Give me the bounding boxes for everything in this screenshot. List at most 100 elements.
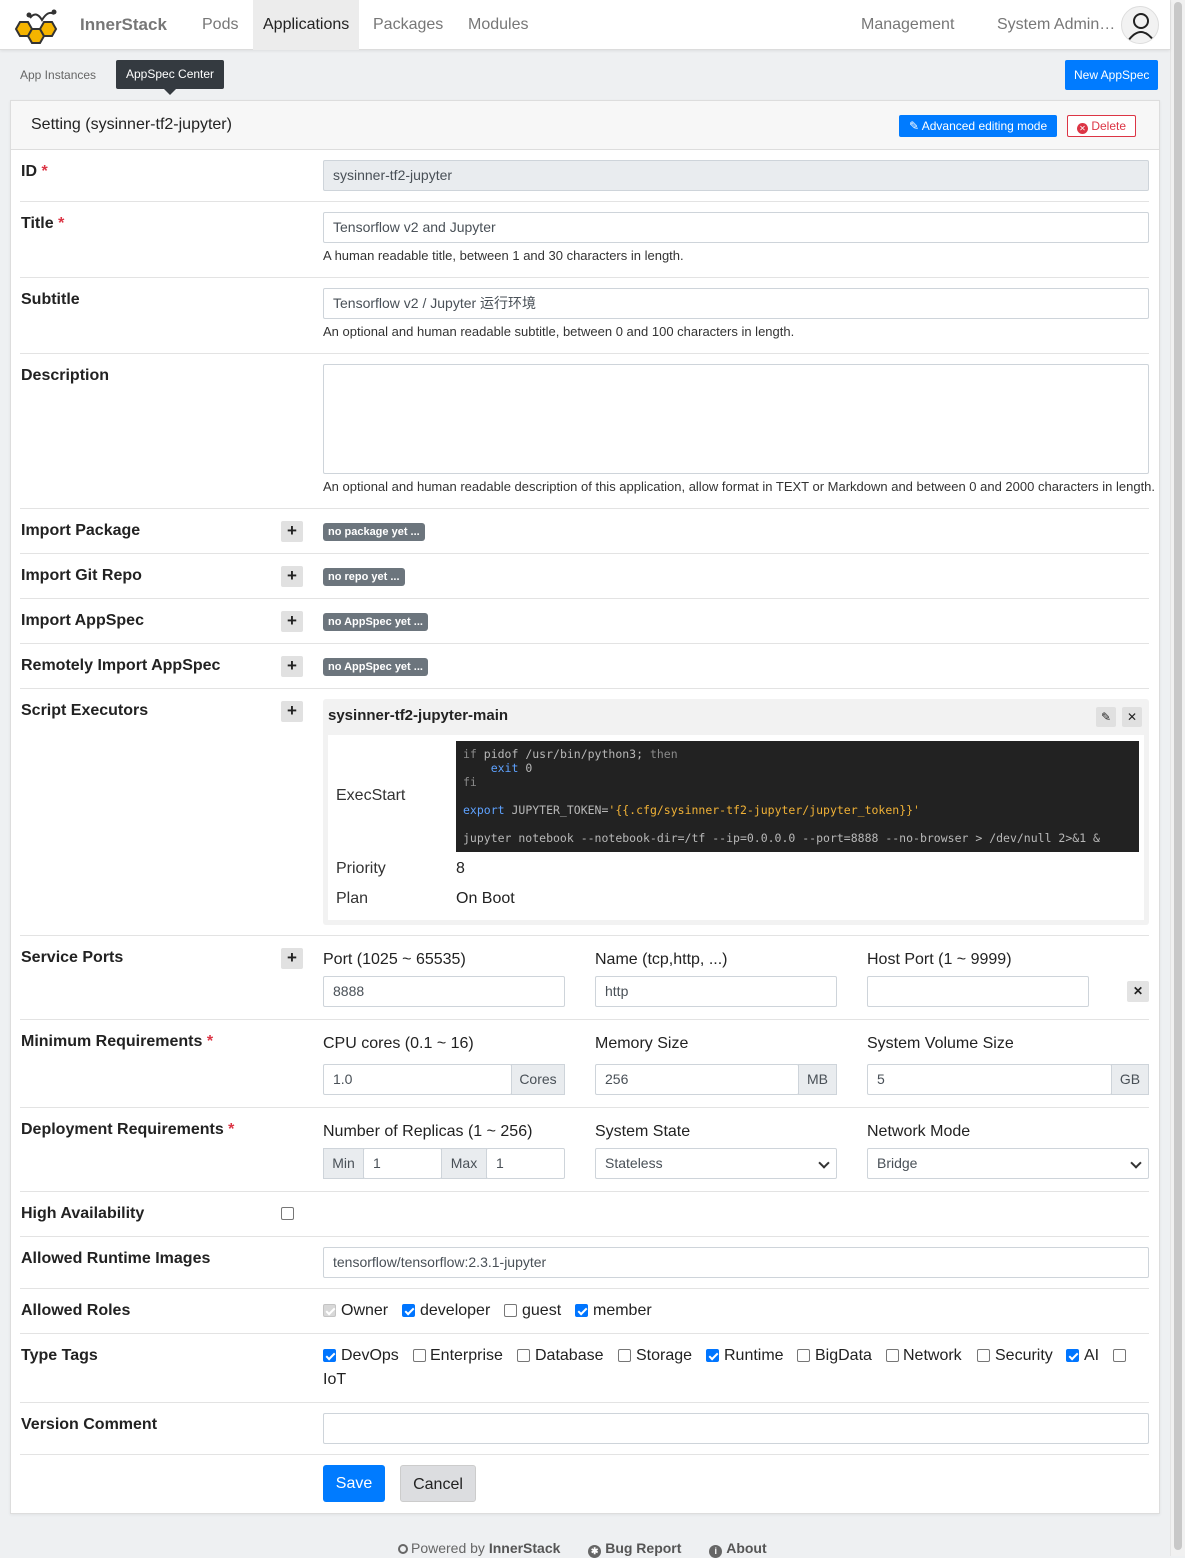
version-comment-label: Version Comment: [21, 1416, 158, 1433]
import-git-label: Import Git Repo: [21, 567, 142, 584]
add-port-button[interactable]: +: [281, 948, 303, 969]
version-comment-input[interactable]: [323, 1413, 1149, 1444]
edit-executor-button[interactable]: ✎: [1096, 707, 1116, 727]
nav-modules[interactable]: Modules: [458, 0, 538, 50]
tag-ai-label: AI: [1084, 1347, 1100, 1364]
tag-enterprise-checkbox[interactable]: [413, 1349, 426, 1362]
divider: [20, 1333, 1149, 1334]
cancel-button[interactable]: Cancel: [400, 1465, 476, 1502]
role-member-label: member: [593, 1302, 652, 1319]
description-help: An optional and human readable descripti…: [323, 479, 1156, 494]
delete-button[interactable]: ✕ Delete: [1067, 115, 1137, 137]
bug-icon: ✱: [588, 1545, 602, 1558]
subnav-appspec-center[interactable]: AppSpec Center: [116, 60, 225, 95]
high-availability-checkbox[interactable]: [281, 1207, 294, 1220]
description-textarea[interactable]: [323, 364, 1149, 474]
id-input[interactable]: sysinner-tf2-jupyter: [323, 160, 1149, 191]
runtime-images-input[interactable]: tensorflow/tensorflow:2.3.1-jupyter: [323, 1247, 1149, 1278]
advanced-editing-label: Advanced editing mode: [921, 119, 1048, 133]
memory-unit: MB: [798, 1064, 837, 1095]
plus-icon: +: [287, 566, 297, 585]
footer-brand-link[interactable]: InnerStack: [489, 1540, 561, 1556]
host-port-input[interactable]: [867, 976, 1089, 1007]
brand-name[interactable]: InnerStack: [80, 15, 167, 35]
tag-security-checkbox[interactable]: [977, 1349, 990, 1362]
new-appspec-button[interactable]: New AppSpec: [1065, 60, 1159, 90]
divider: [20, 353, 1149, 354]
cpu-unit: Cores: [511, 1064, 565, 1095]
system-state-value: Stateless: [605, 1155, 663, 1171]
footer: Powered by InnerStack ✱ Bug Report i About: [398, 1540, 767, 1558]
tag-ai-checkbox[interactable]: [1066, 1349, 1079, 1362]
network-mode-label: Network Mode: [867, 1123, 971, 1140]
add-remote-appspec-button[interactable]: +: [281, 656, 303, 677]
network-mode-value: Bridge: [877, 1155, 918, 1171]
nav-management[interactable]: Management: [851, 0, 964, 50]
bug-report-link[interactable]: Bug Report: [605, 1540, 681, 1556]
add-package-button[interactable]: +: [281, 521, 303, 542]
system-state-select[interactable]: Stateless: [595, 1148, 837, 1179]
edit-icon: ✎: [909, 119, 920, 133]
top-navbar: InnerStack Pods Applications Packages Mo…: [0, 0, 1170, 50]
tag-iot-checkbox[interactable]: [1113, 1349, 1126, 1362]
role-developer-label: developer: [420, 1302, 491, 1319]
title-label: Title *: [21, 215, 65, 232]
tag-storage-label: Storage: [636, 1347, 693, 1364]
remove-executor-button[interactable]: ✕: [1122, 707, 1142, 727]
nav-user-menu[interactable]: System Admin…: [987, 0, 1119, 50]
info-icon: i: [709, 1545, 723, 1558]
memory-label: Memory Size: [595, 1035, 689, 1052]
volume-input[interactable]: 5: [867, 1064, 1112, 1095]
replicas-max-input[interactable]: 1: [486, 1148, 565, 1179]
role-member-checkbox[interactable]: [575, 1304, 588, 1317]
plus-icon: +: [287, 948, 297, 967]
divider: [20, 277, 1149, 278]
no-appspec-badge: no AppSpec yet ...: [323, 613, 428, 631]
advanced-editing-button[interactable]: ✎ Advanced editing mode: [899, 115, 1058, 137]
vertical-scrollbar[interactable]: [1170, 0, 1185, 1556]
role-owner-checkbox: [323, 1304, 336, 1317]
plus-icon: +: [287, 521, 297, 540]
tag-devops-checkbox[interactable]: [323, 1349, 336, 1362]
port-input[interactable]: 8888: [323, 976, 565, 1007]
innerstack-logo-icon[interactable]: [12, 8, 64, 46]
delete-label: Delete: [1091, 119, 1127, 133]
tag-runtime-checkbox[interactable]: [706, 1349, 719, 1362]
user-avatar-icon[interactable]: [1121, 6, 1159, 44]
volume-label: System Volume Size: [867, 1035, 1014, 1052]
title-input[interactable]: Tensorflow v2 and Jupyter: [323, 212, 1149, 243]
nav-packages[interactable]: Packages: [363, 0, 453, 50]
powered-by-text: Powered by: [411, 1540, 485, 1556]
divider: [20, 1236, 1149, 1237]
nav-applications[interactable]: Applications: [253, 0, 360, 50]
about-link[interactable]: About: [726, 1540, 766, 1556]
divider: [20, 201, 1149, 202]
tag-storage-checkbox[interactable]: [618, 1349, 631, 1362]
divider: [20, 1402, 1149, 1403]
subnav-app-instances[interactable]: App Instances: [20, 68, 96, 82]
divider: [20, 553, 1149, 554]
card-header: Setting (sysinner-tf2-jupyter) ✎ Advance…: [11, 101, 1159, 150]
add-appspec-button[interactable]: +: [281, 611, 303, 632]
save-button[interactable]: Save: [323, 1465, 385, 1502]
subtitle-input[interactable]: Tensorflow v2 / Jupyter 运行环境: [323, 288, 1149, 319]
executor-details: ExecStart if pidof /usr/bin/python3; the…: [328, 735, 1144, 920]
tag-database-checkbox[interactable]: [517, 1349, 530, 1362]
tag-bigdata-checkbox[interactable]: [797, 1349, 810, 1362]
port-name-input[interactable]: http: [595, 976, 837, 1007]
add-git-repo-button[interactable]: +: [281, 566, 303, 587]
role-guest-checkbox[interactable]: [504, 1304, 517, 1317]
memory-input[interactable]: 256: [595, 1064, 799, 1095]
cpu-input[interactable]: 1.0: [323, 1064, 512, 1095]
tag-network-checkbox[interactable]: [886, 1349, 899, 1362]
remove-port-button[interactable]: ✕: [1127, 981, 1149, 1002]
replicas-min-input[interactable]: 1: [363, 1148, 442, 1179]
tag-database-label: Database: [535, 1347, 604, 1364]
role-developer-checkbox[interactable]: [402, 1304, 415, 1317]
scrollbar-thumb[interactable]: [1174, 2, 1182, 1550]
description-label: Description: [21, 367, 110, 384]
import-package-label: Import Package: [21, 522, 141, 539]
add-executor-button[interactable]: +: [281, 701, 303, 722]
network-mode-select[interactable]: Bridge: [867, 1148, 1149, 1179]
nav-pods[interactable]: Pods: [192, 0, 248, 50]
